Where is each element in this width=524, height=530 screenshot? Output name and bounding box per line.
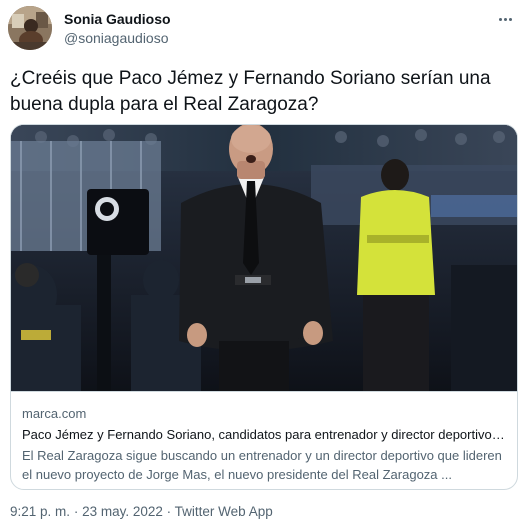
link-card-body: marca.com Paco Jémez y Fernando Soriano,… [22, 404, 508, 484]
meta-separator: · [73, 504, 79, 519]
tweet-metadata: 9:21 p. m. · 23 may. 2022 · Twitter Web … [10, 504, 273, 519]
link-card-description: El Real Zaragoza sigue buscando un entre… [22, 448, 502, 482]
tweet-source[interactable]: Twitter Web App [175, 504, 273, 519]
tweet-header: Sonia Gaudioso @soniagaudioso [8, 6, 516, 50]
tweet-text: ¿Creéis que Paco Jémez y Fernando Sorian… [10, 68, 491, 115]
author-display-name[interactable]: Sonia Gaudioso [64, 11, 171, 27]
link-card[interactable]: marca.com Paco Jémez y Fernando Soriano,… [10, 124, 518, 490]
avatar[interactable] [8, 6, 52, 50]
link-card-title: Paco Jémez y Fernando Soriano, candidato… [22, 427, 508, 442]
link-card-domain: marca.com [22, 406, 87, 421]
link-card-image[interactable] [11, 125, 517, 392]
tweet-time[interactable]: 9:21 p. m. [10, 504, 70, 519]
meta-separator: · [166, 504, 172, 519]
author-handle[interactable]: @soniagaudioso [64, 30, 169, 46]
tweet-date[interactable]: 23 may. 2022 [82, 504, 163, 519]
more-options-icon[interactable] [494, 10, 516, 28]
